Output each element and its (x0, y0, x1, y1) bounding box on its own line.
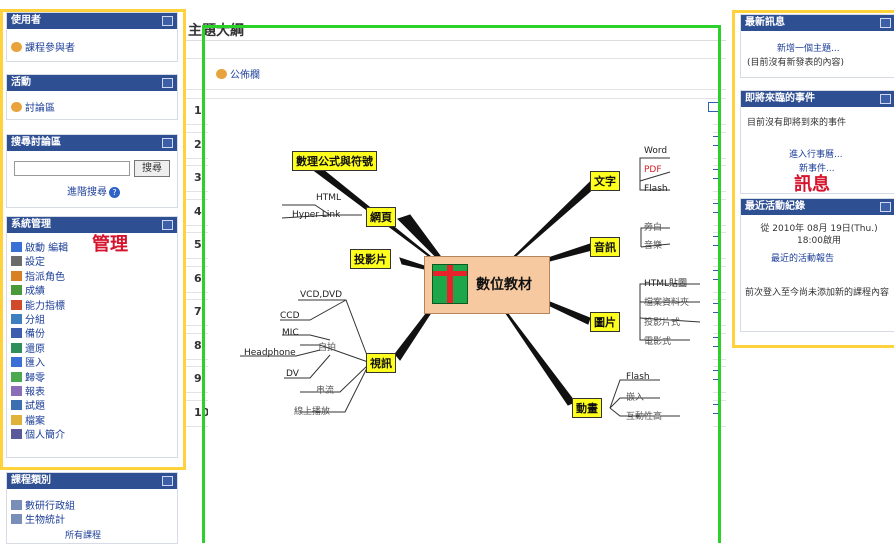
annotation-manage: 管理 (92, 234, 128, 255)
annotation-frame-center (202, 25, 721, 543)
annotation-message: 訊息 (794, 174, 830, 195)
